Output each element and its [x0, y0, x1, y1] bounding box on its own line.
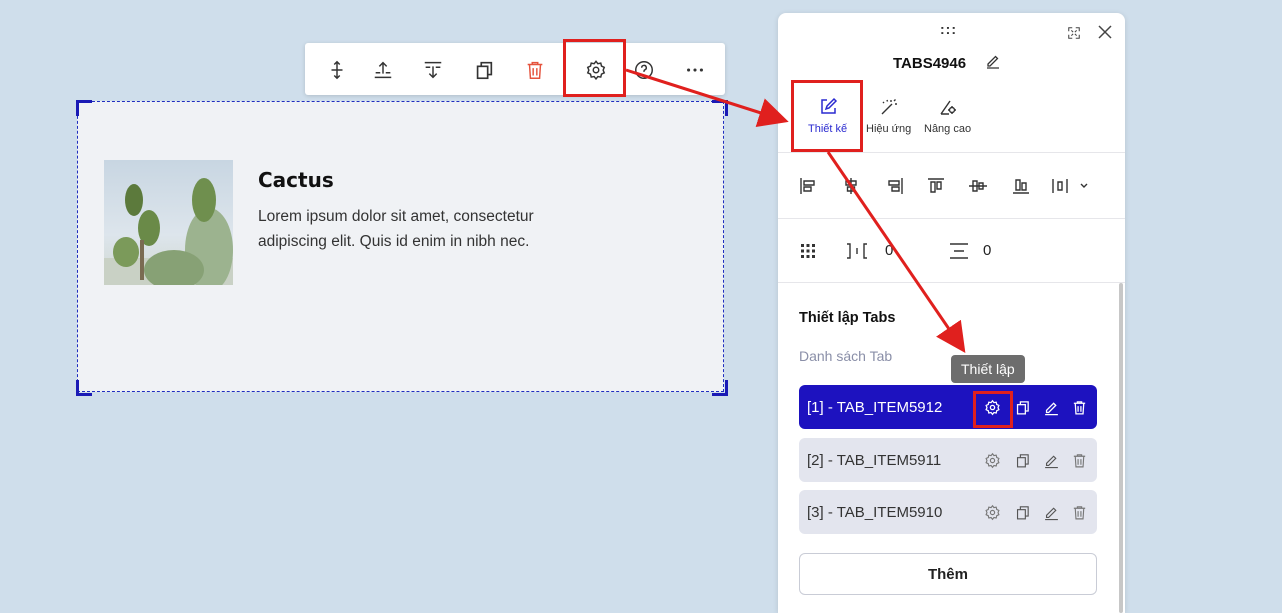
- align-center-icon[interactable]: [840, 176, 862, 196]
- align-middle-icon[interactable]: [967, 176, 989, 196]
- align-right-icon[interactable]: [883, 176, 905, 196]
- tab-item-label: [3] - TAB_ITEM5910: [807, 503, 943, 521]
- copy-icon[interactable]: [1012, 397, 1032, 417]
- selection-corner: [712, 100, 728, 116]
- trash-icon[interactable]: [1069, 450, 1089, 470]
- copy-icon[interactable]: [470, 56, 498, 84]
- row-settings-highlight: [973, 391, 1013, 428]
- help-icon[interactable]: [630, 56, 658, 84]
- expand-icon[interactable]: [1067, 26, 1081, 40]
- tab-effects[interactable]: Hiệu ứng: [866, 97, 911, 135]
- align-top-icon[interactable]: [925, 176, 947, 196]
- element-toolbar: [305, 43, 725, 95]
- more-horizontal-icon[interactable]: [681, 56, 709, 84]
- copy-icon[interactable]: [1012, 502, 1032, 522]
- selection-corner: [712, 380, 728, 396]
- rename-pencil-icon[interactable]: [985, 53, 1001, 69]
- tab-effects-label: Hiệu ứng: [866, 123, 912, 135]
- column-gap-icon[interactable]: [845, 242, 869, 260]
- tab-content-description: Lorem ipsum dolor sit amet, consectetur …: [258, 208, 534, 250]
- row-gap-value[interactable]: 0: [983, 242, 991, 259]
- add-tab-button[interactable]: Thêm: [799, 553, 1097, 595]
- align-bottom-icon[interactable]: [1010, 176, 1032, 196]
- gear-icon[interactable]: [982, 450, 1002, 470]
- align-left-icon[interactable]: [798, 176, 820, 196]
- grid-icon[interactable]: [799, 242, 817, 260]
- tab-item-label: [1] - TAB_ITEM5912: [807, 398, 943, 416]
- section-title: Thiết lập Tabs: [799, 310, 896, 326]
- selection-corner: [76, 380, 92, 396]
- edit-icon[interactable]: [1041, 397, 1061, 417]
- trash-icon[interactable]: [1069, 397, 1089, 417]
- drag-handle[interactable]: :::: [940, 21, 957, 37]
- design-tab-highlight: [791, 80, 863, 152]
- tab-list-item[interactable]: [3] - TAB_ITEM5910: [799, 490, 1097, 534]
- cactus-image: [104, 160, 233, 285]
- trash-icon[interactable]: [521, 56, 549, 84]
- gear-icon[interactable]: [982, 502, 1002, 522]
- insert-above-icon[interactable]: [369, 56, 397, 84]
- column-gap-value[interactable]: 0: [885, 242, 893, 259]
- divider: [778, 282, 1125, 283]
- distribute-dropdown-icon[interactable]: [1051, 176, 1091, 196]
- selection-corner: [76, 100, 92, 116]
- copy-icon[interactable]: [1012, 450, 1032, 470]
- element-title: TABS4946: [893, 55, 967, 72]
- insert-below-icon[interactable]: [419, 56, 447, 84]
- divider: [778, 218, 1125, 219]
- edit-icon[interactable]: [1041, 450, 1061, 470]
- tab-content-title: Cactus: [258, 168, 334, 192]
- tab-list-item[interactable]: [2] - TAB_ITEM5911: [799, 438, 1097, 482]
- close-icon[interactable]: [1096, 23, 1114, 41]
- edit-icon[interactable]: [1041, 502, 1061, 522]
- advanced-settings-icon: [939, 100, 956, 115]
- tab-advanced-label: Nâng cao: [924, 123, 972, 135]
- settings-highlight: [563, 39, 626, 97]
- tab-item-label: [2] - TAB_ITEM5911: [807, 451, 942, 469]
- magic-wand-icon: [881, 99, 897, 115]
- row-gap-icon[interactable]: [948, 242, 970, 260]
- settings-tooltip: Thiết lập: [951, 355, 1025, 383]
- trash-icon[interactable]: [1069, 502, 1089, 522]
- tab-list-item[interactable]: [1] - TAB_ITEM5912: [799, 385, 1097, 429]
- tab-advanced[interactable]: Nâng cao: [924, 97, 971, 135]
- divider: [778, 152, 1125, 153]
- move-vertical-icon[interactable]: [323, 56, 351, 84]
- section-subtitle: Danh sách Tab: [799, 348, 893, 364]
- panel-scrollbar[interactable]: [1119, 283, 1123, 613]
